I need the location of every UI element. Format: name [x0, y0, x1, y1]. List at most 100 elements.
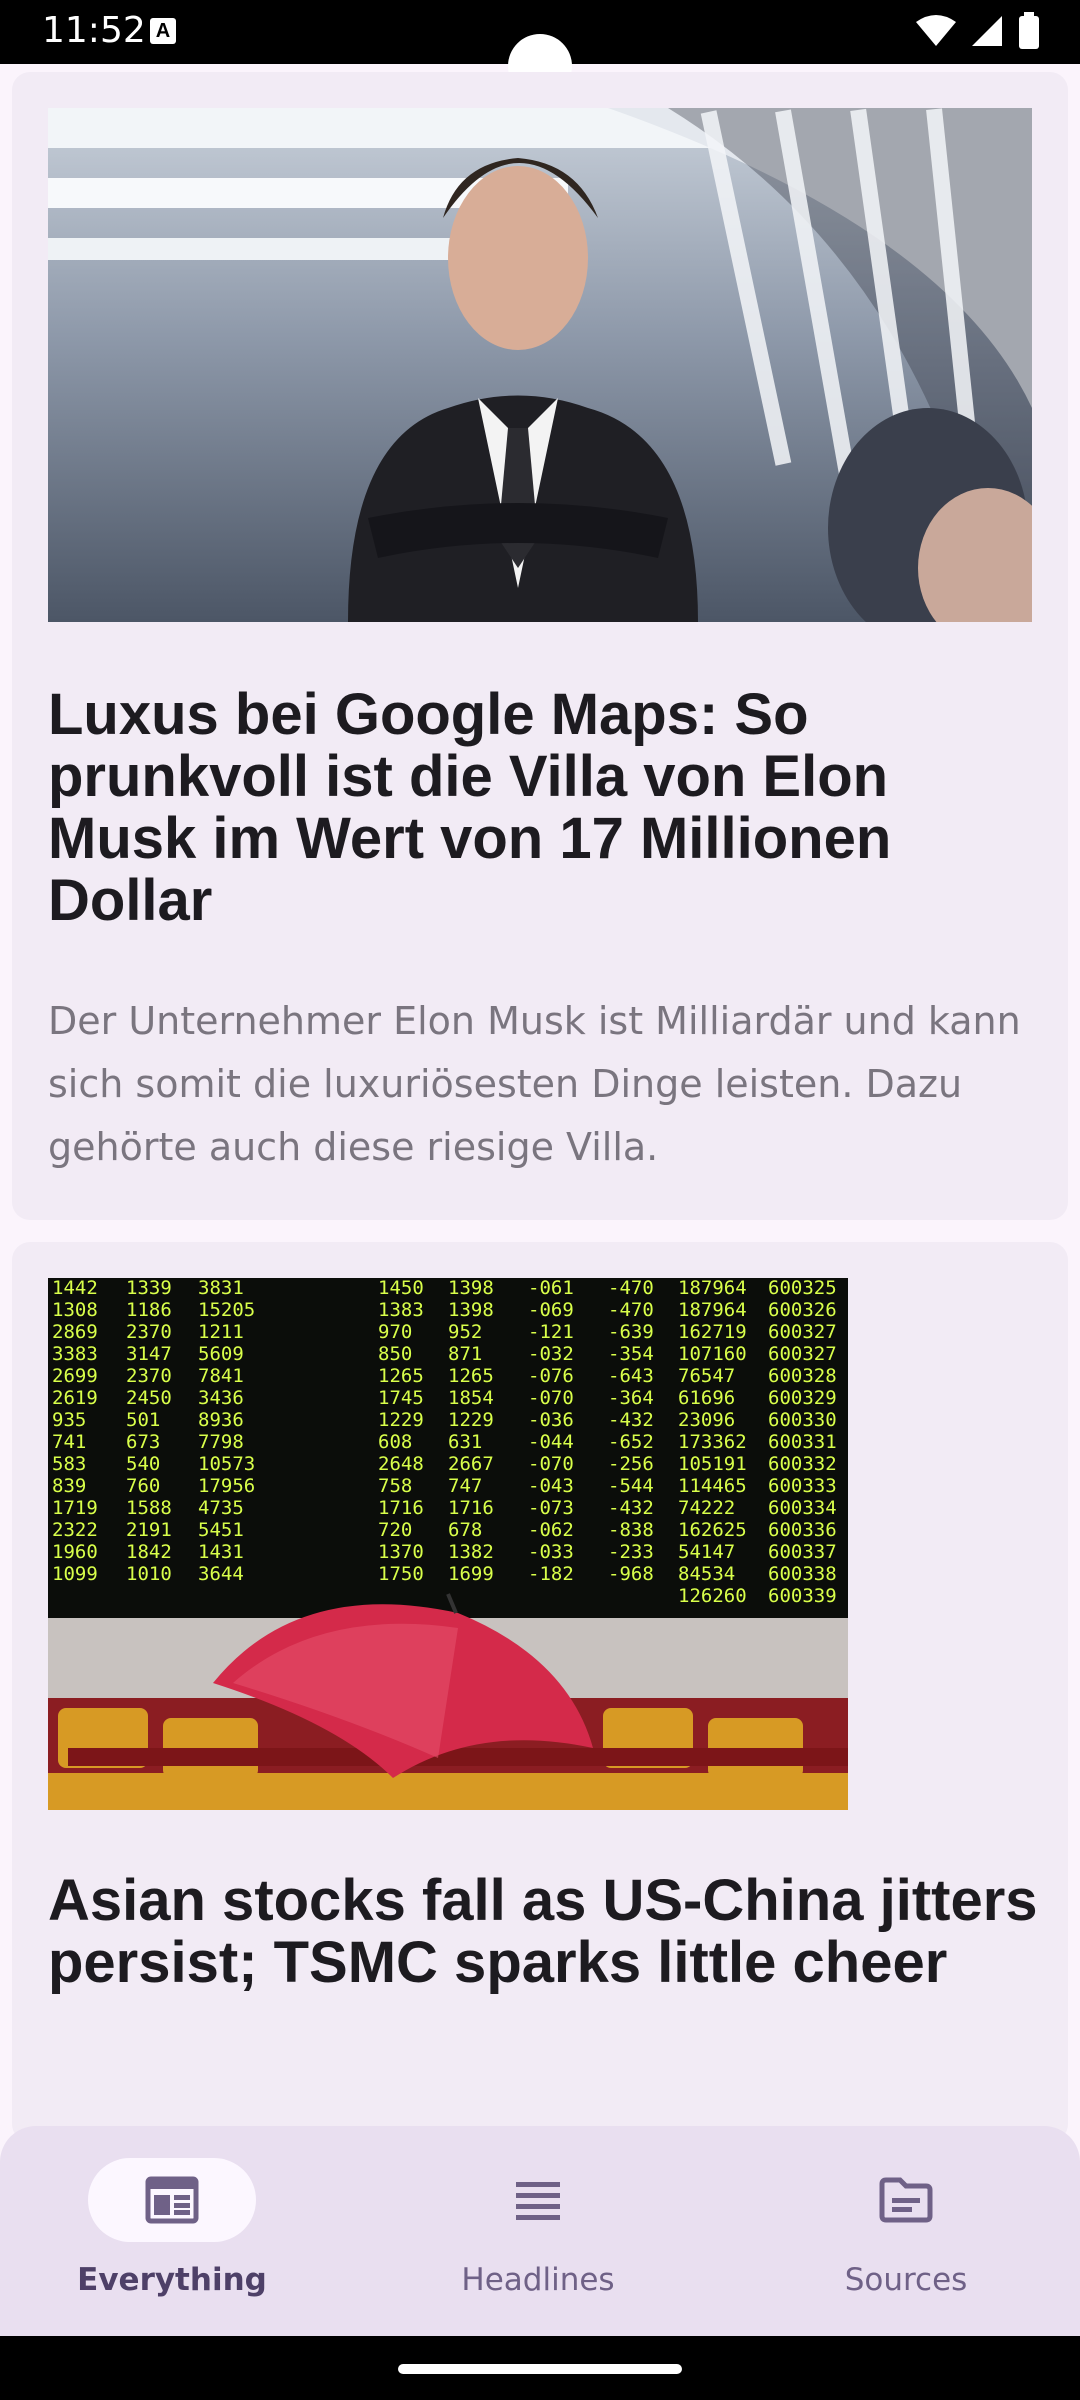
stock-board-cell: -121 — [528, 1321, 574, 1343]
stock-board-cell: 1099 — [52, 1563, 98, 1585]
signal-icon — [972, 16, 1002, 46]
stock-board-cell: 2450 — [126, 1387, 172, 1409]
stock-board-cell: 631 — [448, 1431, 482, 1453]
stock-board-cell: 2699 — [52, 1365, 98, 1387]
stock-board-cell: 1750 — [378, 1563, 424, 1585]
battery-icon — [1019, 12, 1039, 49]
stock-board-cell: 673 — [126, 1431, 160, 1453]
nav-item-sources[interactable]: Sources — [756, 2158, 1056, 2318]
stock-board-cell: 17956 — [198, 1475, 255, 1497]
stock-board-cell: 600336 — [768, 1519, 837, 1541]
stock-board-cell: -652 — [608, 1431, 654, 1453]
stock-board-cell: 3436 — [198, 1387, 244, 1409]
stock-board-cell: -544 — [608, 1475, 654, 1497]
stock-board-cell: 23096 — [678, 1409, 735, 1431]
nav-active-indicator — [88, 2158, 256, 2242]
stock-board-cell: 600325 — [768, 1278, 837, 1299]
stock-board-cell: 952 — [448, 1321, 482, 1343]
stock-board-cell: -070 — [528, 1387, 574, 1409]
stock-board-cell: 7798 — [198, 1431, 244, 1453]
article-title[interactable]: Luxus bei Google Maps: So prunkvoll ist … — [48, 684, 1038, 932]
stock-board-cell: 1370 — [378, 1541, 424, 1563]
stock-board-cell: 600339 — [768, 1585, 837, 1607]
stock-board-cell: 501 — [126, 1409, 160, 1431]
stock-board-cell: -643 — [608, 1365, 654, 1387]
stock-board-cell: 1308 — [52, 1299, 98, 1321]
stock-board-cell: -354 — [608, 1343, 654, 1365]
bottom-navigation: Everything Headlines Sources — [0, 2126, 1080, 2336]
stock-board-cell: 2869 — [52, 1321, 98, 1343]
article-card[interactable]: Luxus bei Google Maps: So prunkvoll ist … — [12, 72, 1068, 1220]
nav-item-everything[interactable]: Everything — [22, 2158, 322, 2318]
stock-board-cell: 2619 — [52, 1387, 98, 1409]
stock-board-cell: 1265 — [448, 1365, 494, 1387]
stock-board-cell: 1588 — [126, 1497, 172, 1519]
stock-board-cell: 1010 — [126, 1563, 172, 1585]
stock-board-cell: -061 — [528, 1278, 574, 1299]
stock-board-cell: 1211 — [198, 1321, 244, 1343]
stock-board-cell: -043 — [528, 1475, 574, 1497]
stock-board-cell: 720 — [378, 1519, 412, 1541]
stock-board-cell: 1339 — [126, 1278, 172, 1299]
nav-icon-container — [822, 2158, 990, 2242]
stock-board-cell: 583 — [52, 1453, 86, 1475]
article-description: Der Unternehmer Elon Musk ist Milliardär… — [48, 999, 1021, 1169]
gesture-handle[interactable] — [398, 2364, 682, 2374]
stock-board-cell: 1716 — [448, 1497, 494, 1519]
stock-board-cell: 2370 — [126, 1365, 172, 1387]
stock-board-cell: -432 — [608, 1409, 654, 1431]
stock-board-cell: 1398 — [448, 1299, 494, 1321]
stock-board-cell: -182 — [528, 1563, 574, 1585]
stock-board-cell: 173362 — [678, 1431, 747, 1453]
stock-board-cell: 600334 — [768, 1497, 837, 1519]
article-title[interactable]: Asian stocks fall as US-China jitters pe… — [48, 1870, 1038, 1994]
stock-board-cell: 2648 — [378, 1453, 424, 1475]
stock-board-cell: -033 — [528, 1541, 574, 1563]
nav-item-headlines[interactable]: Headlines — [388, 2158, 688, 2318]
newspaper-icon — [145, 2176, 199, 2224]
stock-board-cell: -364 — [608, 1387, 654, 1409]
stock-board-cell: 114465 — [678, 1475, 747, 1497]
stock-board-cell: 1960 — [52, 1541, 98, 1563]
stock-board-cell: 600326 — [768, 1299, 837, 1321]
stock-board-cell: 5451 — [198, 1519, 244, 1541]
stock-board-cell: -432 — [608, 1497, 654, 1519]
stock-board-cell: 935 — [52, 1409, 86, 1431]
stock-board-cell: 2667 — [448, 1453, 494, 1475]
stock-board-cell: 105191 — [678, 1453, 747, 1475]
stock-board-cell: 600332 — [768, 1453, 837, 1475]
stock-board-cell: 758 — [378, 1475, 412, 1497]
stock-board-cell: -036 — [528, 1409, 574, 1431]
article-image-graphic — [48, 108, 1032, 622]
stock-board-cell: 4735 — [198, 1497, 244, 1519]
stock-board-cell: 126260 — [678, 1585, 747, 1607]
stock-board-cell: 162719 — [678, 1321, 747, 1343]
stock-board-cell: 760 — [126, 1475, 160, 1497]
wifi-icon — [916, 15, 956, 46]
stock-board-cell: 600338 — [768, 1563, 837, 1585]
stock-board-cell: 1699 — [448, 1563, 494, 1585]
stock-board-cell: -968 — [608, 1563, 654, 1585]
status-time: 11:52 — [42, 10, 146, 51]
stock-board-cell: -069 — [528, 1299, 574, 1321]
stock-board-cell: 600333 — [768, 1475, 837, 1497]
stock-board-cell: 1229 — [448, 1409, 494, 1431]
stock-board-cell: 1383 — [378, 1299, 424, 1321]
stock-board-cell: -062 — [528, 1519, 574, 1541]
stock-board-cell: 187964 — [678, 1299, 747, 1321]
stock-board-cell: 741 — [52, 1431, 86, 1453]
stock-board-cell: 540 — [126, 1453, 160, 1475]
stock-board-cell: -044 — [528, 1431, 574, 1453]
stock-board-cell: -233 — [608, 1541, 654, 1563]
stock-board-cell: 3383 — [52, 1343, 98, 1365]
status-icons — [916, 12, 1040, 50]
stock-board-cell: 600327 — [768, 1343, 837, 1365]
notification-icon: A — [150, 18, 176, 44]
stock-board-cell: 3147 — [126, 1343, 172, 1365]
stock-board-cell: -076 — [528, 1365, 574, 1387]
stock-board-cell: 15205 — [198, 1299, 255, 1321]
nav-label: Everything — [77, 2262, 267, 2298]
article-card[interactable]: 1442 1339 3831 1450 1398 -061 -470 187964 600325… — [12, 1242, 1068, 2142]
stock-board-cell: 871 — [448, 1343, 482, 1365]
stock-board-cell: 747 — [448, 1475, 482, 1497]
